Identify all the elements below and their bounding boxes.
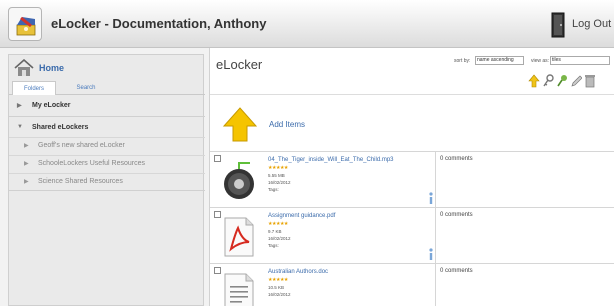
divider bbox=[210, 94, 614, 95]
tree-item-label: Shared eLockers bbox=[32, 124, 89, 131]
elocker-logo bbox=[8, 7, 42, 41]
file-row[interactable]: Assignment guidance.pdf ★★★★★ 9.7 KB 16/… bbox=[210, 207, 614, 264]
key-icon[interactable] bbox=[542, 74, 554, 88]
shared-item-schoolelockers[interactable]: ▶ SchooleLockers Useful Resources bbox=[9, 155, 205, 171]
comments-count[interactable]: 0 comments bbox=[440, 212, 473, 218]
file-checkbox[interactable] bbox=[214, 211, 221, 218]
home-link[interactable]: Home bbox=[39, 63, 64, 73]
document-file-icon bbox=[224, 273, 254, 306]
logo-icon bbox=[16, 16, 36, 36]
door-icon[interactable] bbox=[551, 12, 565, 38]
shared-item-geoff[interactable]: ▶ Geoff's new shared eLocker bbox=[9, 137, 205, 153]
add-items-link[interactable]: Add Items bbox=[269, 120, 305, 129]
shared-item-label: Science Shared Resources bbox=[38, 178, 123, 185]
chevron-right-icon: ▶ bbox=[24, 161, 29, 167]
file-date: 16/02/2012 bbox=[268, 180, 291, 185]
info-icon[interactable] bbox=[428, 192, 434, 205]
file-name-link[interactable]: 04_The_Tiger_inside_Will_Eat_The_Child.m… bbox=[268, 157, 394, 163]
sort-select[interactable]: name ascending bbox=[475, 56, 524, 65]
view-label: view as: bbox=[531, 58, 550, 64]
add-items-arrow-icon[interactable] bbox=[220, 104, 260, 144]
main-panel: eLocker sort by: name ascending view as:… bbox=[209, 48, 614, 306]
file-size: 5.55 MB bbox=[268, 173, 285, 178]
shared-item-science[interactable]: ▶ Science Shared Resources bbox=[9, 173, 205, 189]
divider bbox=[435, 208, 436, 264]
upload-icon[interactable] bbox=[528, 74, 540, 88]
file-checkbox[interactable] bbox=[214, 155, 221, 162]
share-icon[interactable] bbox=[556, 74, 568, 88]
home-icon[interactable] bbox=[14, 59, 34, 77]
file-name-link[interactable]: Assignment guidance.pdf bbox=[268, 213, 335, 219]
rating-stars[interactable]: ★★★★★ bbox=[268, 221, 288, 227]
divider bbox=[435, 264, 436, 306]
shared-item-label: Geoff's new shared eLocker bbox=[38, 142, 125, 149]
sidebar: Home Folders Search ▶ My eLocker ▼ Share… bbox=[8, 54, 205, 306]
view-select[interactable]: tiles bbox=[550, 56, 610, 65]
chevron-right-icon: ▶ bbox=[24, 179, 29, 185]
pdf-file-icon bbox=[224, 217, 254, 257]
info-icon[interactable] bbox=[428, 248, 434, 261]
tab-folders[interactable]: Folders bbox=[12, 81, 56, 95]
chevron-right-icon: ▶ bbox=[17, 103, 22, 109]
sidebar-tabs: Folders Search bbox=[9, 81, 205, 95]
file-checkbox[interactable] bbox=[214, 267, 221, 274]
file-date: 16/02/2012 bbox=[268, 292, 291, 297]
sort-label: sort by: bbox=[454, 58, 471, 64]
app-header: eLocker - Documentation, Anthony Log Out bbox=[0, 0, 614, 48]
audio-file-icon bbox=[224, 162, 254, 199]
file-size: 9.7 KB bbox=[268, 229, 282, 234]
rating-stars[interactable]: ★★★★★ bbox=[268, 277, 288, 283]
file-tags: Tags: bbox=[268, 243, 279, 248]
logout-button[interactable]: Log Out bbox=[572, 18, 611, 30]
comments-count[interactable]: 0 comments bbox=[440, 268, 473, 274]
file-name-link[interactable]: Australian Authors.doc bbox=[268, 269, 328, 275]
divider bbox=[9, 116, 205, 117]
chevron-down-icon: ▼ bbox=[17, 124, 23, 130]
chevron-right-icon: ▶ bbox=[24, 143, 29, 149]
comments-count[interactable]: 0 comments bbox=[440, 156, 473, 162]
divider bbox=[435, 152, 436, 208]
file-row[interactable]: 04_The_Tiger_inside_Will_Eat_The_Child.m… bbox=[210, 151, 614, 208]
file-row[interactable]: Australian Authors.doc ★★★★★ 10.5 KB 16/… bbox=[210, 263, 614, 306]
edit-icon[interactable] bbox=[570, 74, 582, 88]
tab-search[interactable]: Search bbox=[64, 81, 108, 95]
file-date: 16/02/2012 bbox=[268, 236, 291, 241]
delete-icon[interactable] bbox=[584, 74, 596, 88]
page-title: eLocker bbox=[216, 57, 263, 72]
file-tags: Tags: bbox=[268, 187, 279, 192]
rating-stars[interactable]: ★★★★★ bbox=[268, 165, 288, 171]
shared-item-label: SchooleLockers Useful Resources bbox=[38, 160, 145, 167]
divider bbox=[9, 190, 205, 191]
tree-item-label: My eLocker bbox=[32, 102, 71, 109]
file-size: 10.5 KB bbox=[268, 285, 285, 290]
app-title: eLocker - Documentation, Anthony bbox=[51, 16, 267, 31]
